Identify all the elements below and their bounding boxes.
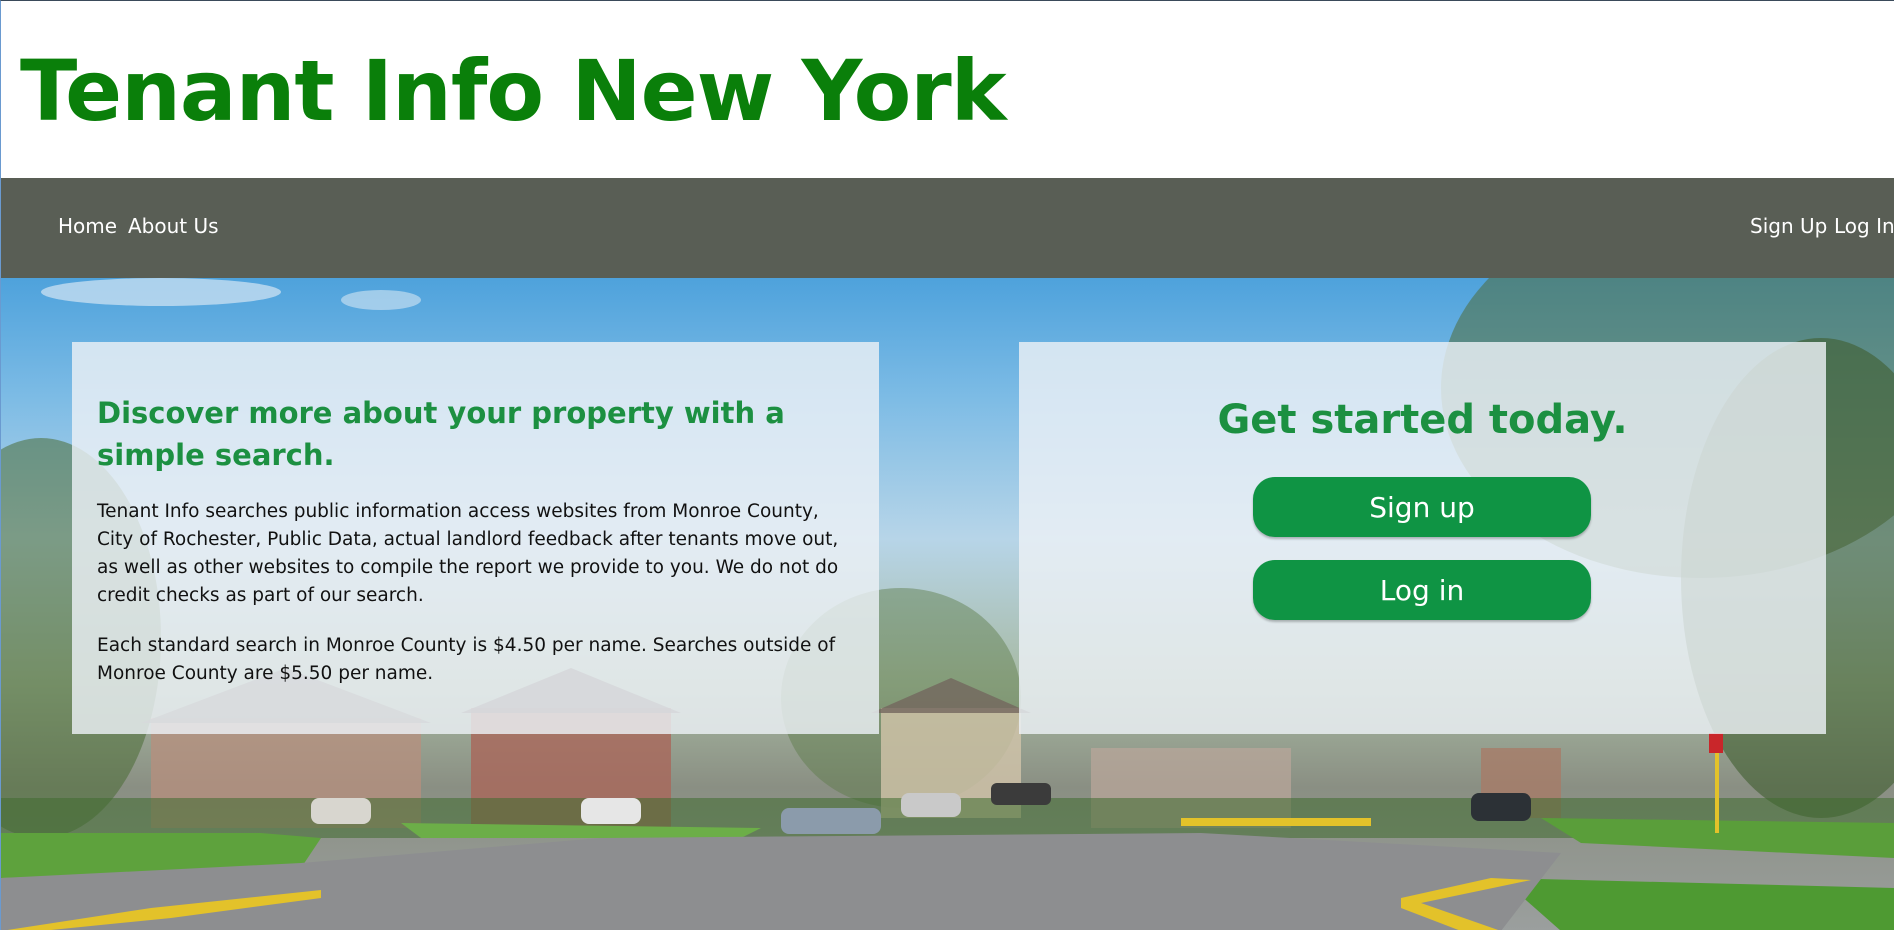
signup-button[interactable]: Sign up — [1253, 477, 1591, 537]
nav-bar: Home About Us Sign Up Log In — [1, 178, 1894, 278]
nav-home-link[interactable]: Home — [58, 214, 117, 238]
info-heading: Discover more about your property with a… — [97, 396, 785, 472]
nav-log-in-link[interactable]: Log In — [1834, 214, 1894, 238]
info-paragraph-sources: Tenant Info searches public information … — [97, 501, 839, 606]
page: Tenant Info New York Home About Us Sign … — [0, 0, 1894, 930]
site-header: Tenant Info New York — [1, 1, 1894, 178]
info-panel: Discover more about your property with a… — [72, 342, 879, 734]
cta-heading: Get started today. — [1217, 397, 1628, 443]
cta-panel: Get started today. Sign up Log in — [1019, 342, 1826, 734]
nav-about-us-link[interactable]: About Us — [128, 214, 219, 238]
hero-section: Discover more about your property with a… — [1, 278, 1894, 930]
info-paragraph-pricing: Each standard search in Monroe County is… — [97, 635, 836, 684]
nav-sign-up-link[interactable]: Sign Up — [1750, 214, 1827, 238]
site-title: Tenant Info New York — [20, 42, 1007, 140]
login-button[interactable]: Log in — [1253, 560, 1591, 620]
